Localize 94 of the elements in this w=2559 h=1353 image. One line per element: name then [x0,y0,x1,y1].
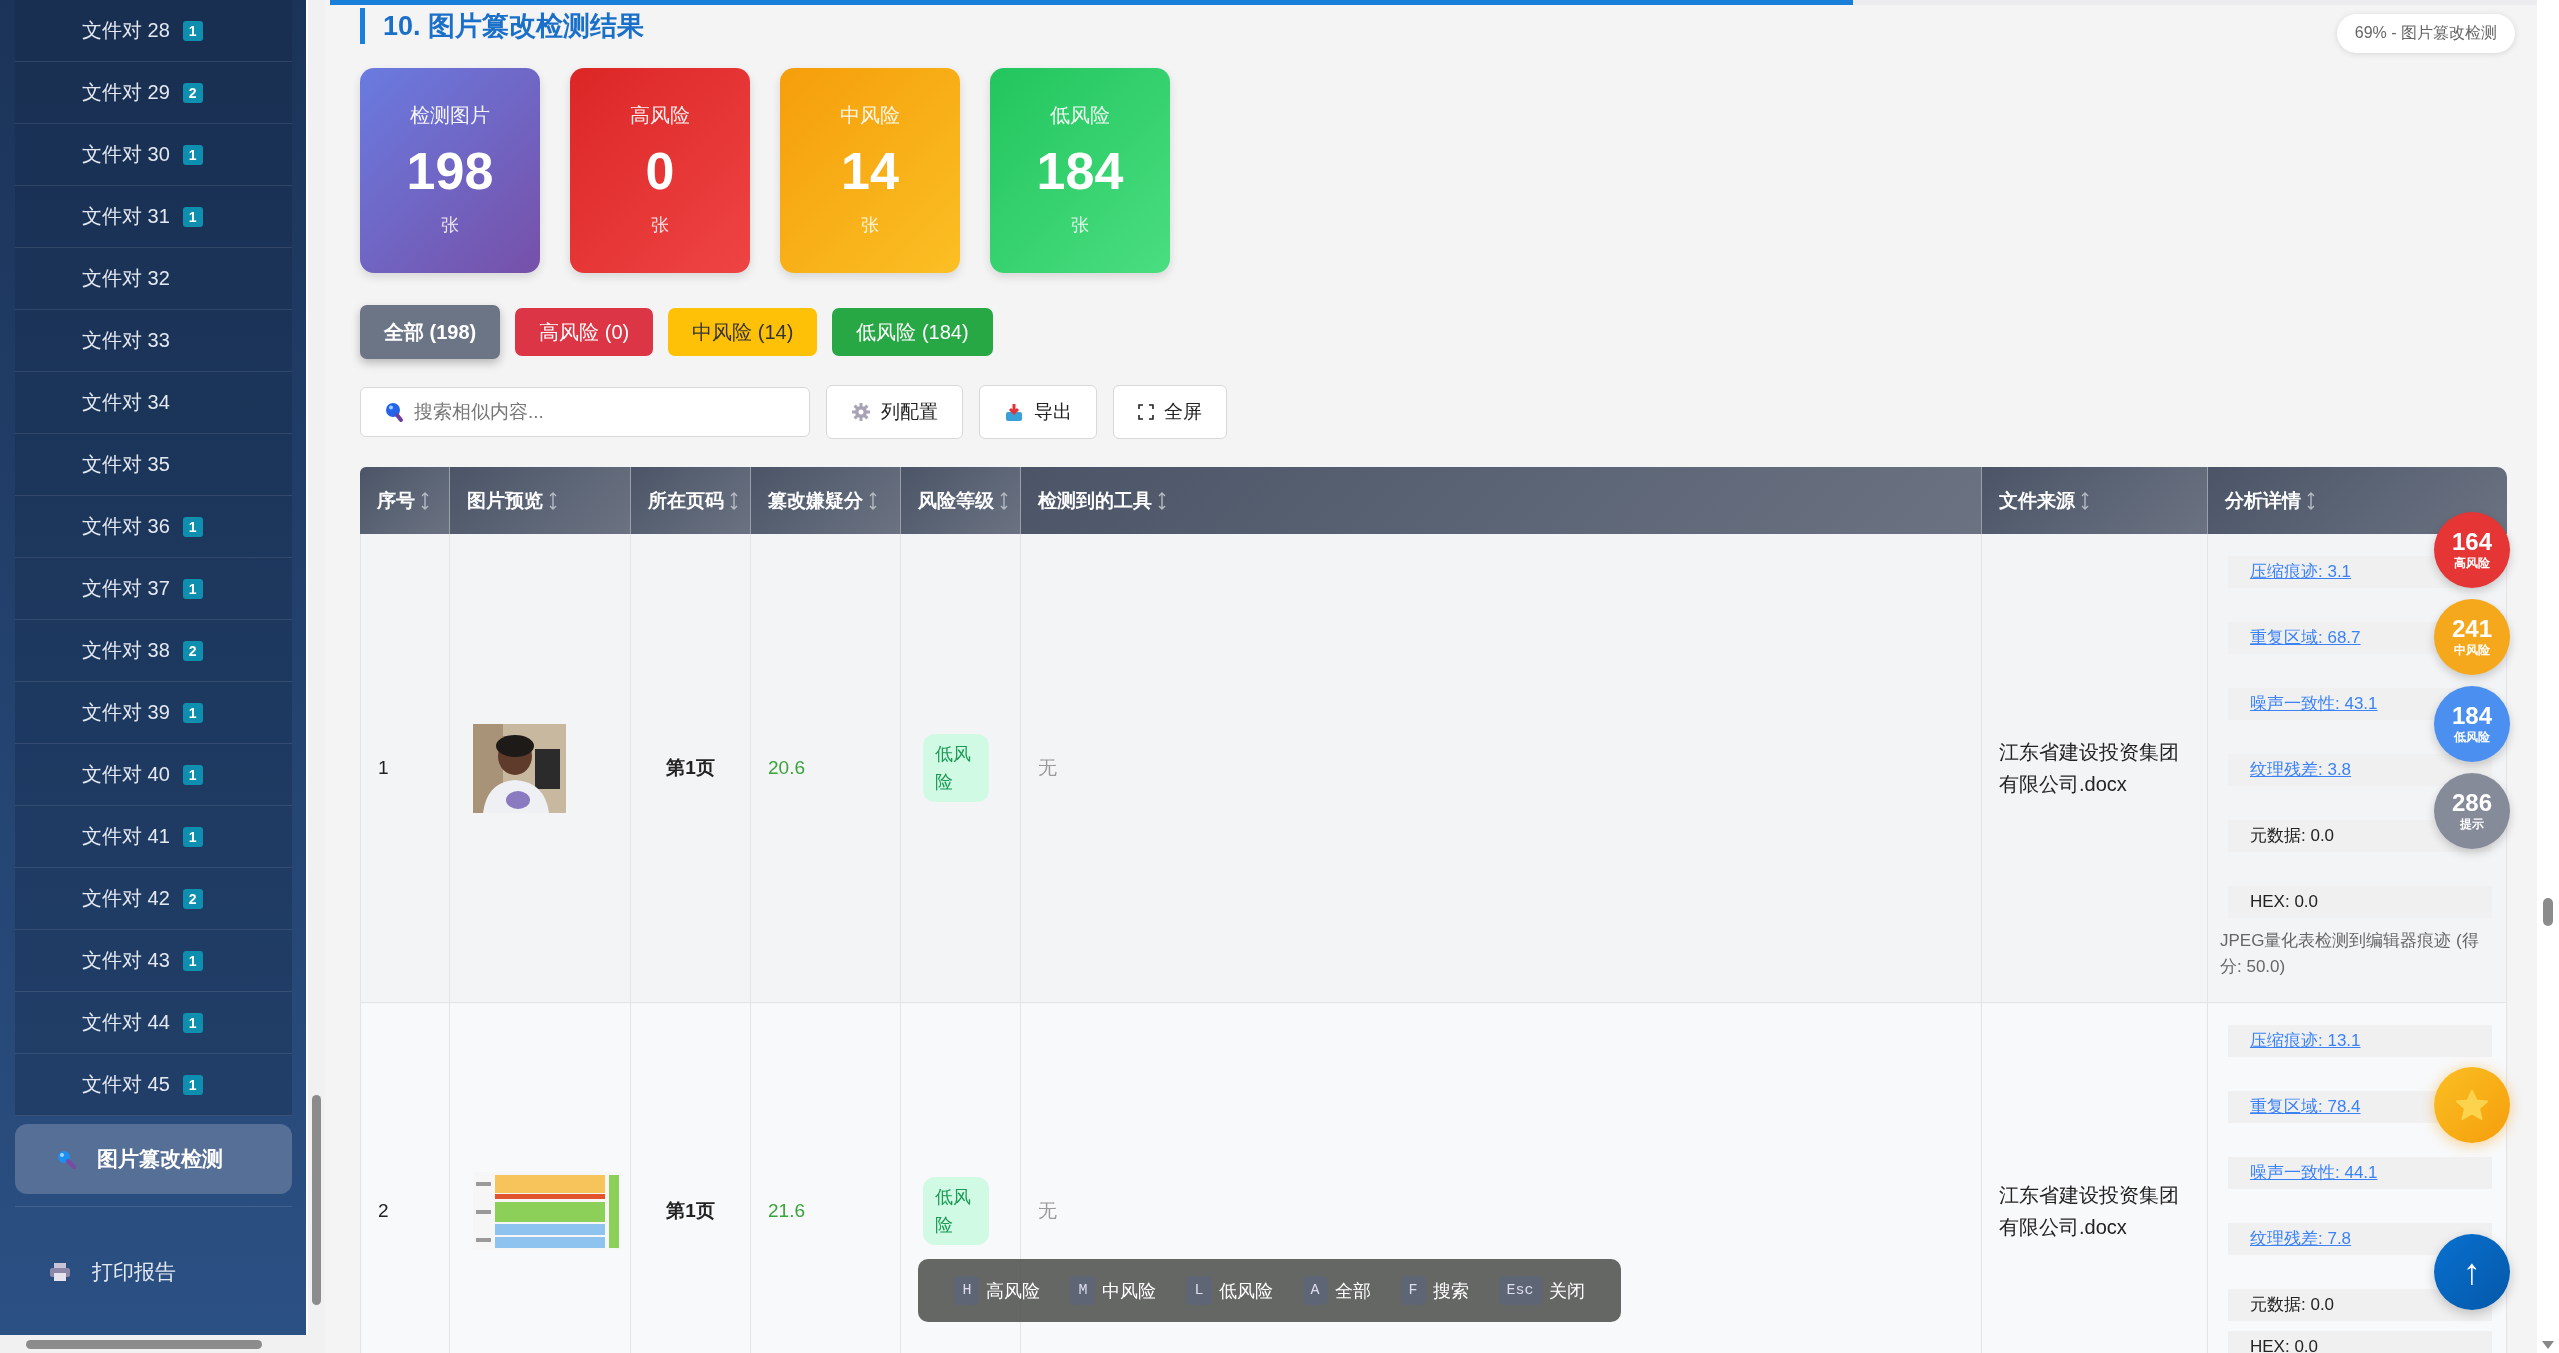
fullscreen-icon [1138,404,1154,420]
sidebar-item[interactable]: 文件对 34 [15,372,292,434]
sort-icon [1158,491,1166,510]
filter-button[interactable]: 全部 (198) [360,305,501,359]
shortcut-label: 高风险 [986,1279,1041,1303]
filter-button[interactable]: 中风险 (14) [668,308,818,356]
search-icon [384,401,404,423]
sidebar-item[interactable]: 文件对 40 1 [15,744,292,806]
shortcut-label: 关闭 [1548,1279,1585,1303]
stat-unit: 张 [861,214,879,237]
sidebar-item[interactable]: 文件对 41 1 [15,806,292,868]
detail-note: JPEG量化表检测到编辑器痕迹 (得分: 50.0) [2220,930,2480,978]
shortcut-label: 中风险 [1102,1279,1157,1303]
gear-icon [851,402,871,422]
sidebar-item[interactable]: 文件对 43 1 [15,930,292,992]
stat-value: 0 [645,141,675,201]
sort-icon [421,491,429,510]
sidebar-item[interactable]: 文件对 30 1 [15,124,292,186]
column-header[interactable]: 序号 [360,467,450,534]
download-icon [1004,402,1024,422]
sort-icon [549,491,557,510]
shortcut-label: 低风险 [1218,1279,1273,1303]
stat-value: 14 [841,141,899,201]
magnifier-icon [55,1148,77,1170]
detail-text: 元数据: 0.0 [2250,1295,2335,1314]
column-header[interactable]: 风险等级 [901,467,1021,534]
sidebar-item[interactable]: 文件对 33 [15,310,292,372]
column-header[interactable]: 所在页码 [631,467,751,534]
toolbar-button[interactable]: 全屏 [1113,385,1227,439]
detail-text: HEX: 0.0 [2250,1337,2319,1353]
sort-icon [730,491,738,510]
risk-tag: 低风险 [923,734,989,802]
key-cap: A [1302,1276,1328,1305]
nav-item[interactable]: 图片篡改检测 [15,1124,292,1194]
stat-label: 检测图片 [410,103,490,128]
sidebar-item[interactable]: 文件对 37 1 [15,558,292,620]
table-cell: 第1页 [631,1003,751,1353]
column-header[interactable]: 图片预览 [450,467,631,534]
table-cell: 1 [360,534,450,1003]
key-cap: M [1070,1276,1096,1305]
nav-item[interactable]: 打印报告 [15,1237,292,1307]
sidebar-item[interactable]: 文件对 36 1 [15,496,292,558]
column-header[interactable]: 检测到的工具 [1021,467,1982,534]
risk-tag: 低风险 [923,1177,989,1245]
sidebar-item[interactable]: 文件对 42 2 [15,868,292,930]
sort-icon [2081,491,2089,510]
sort-icon [1000,491,1008,510]
stat-unit: 张 [1071,214,1089,237]
star-icon [2456,1090,2488,1120]
table-cell: 无 [1021,534,1982,1003]
table-cell: 江东省建设投资集团有限公司.docx [1982,1003,2208,1353]
key-cap: F [1400,1276,1426,1305]
scrollbar[interactable] [2537,0,2559,1353]
shortcut-label: 搜索 [1432,1279,1469,1303]
search-field[interactable]: 搜索相似内容... [360,387,810,437]
column-header[interactable]: 文件来源 [1982,467,2208,534]
stat-unit: 张 [651,214,669,237]
sidebar-item[interactable]: 文件对 39 1 [15,682,292,744]
sidebar-item[interactable]: 文件对 45 1 [15,1054,292,1116]
detail-text: 元数据: 0.0 [2250,826,2335,845]
table-cell: 江东省建设投资集团有限公司.docx [1982,534,2208,1003]
detail-text: HEX: 0.0 [2250,892,2319,911]
sidebar-item[interactable]: 文件对 29 2 [15,62,292,124]
toolbar-button[interactable]: 列配置 [826,385,963,439]
sidebar-item[interactable]: 文件对 31 1 [15,186,292,248]
stat-label: 中风险 [840,103,900,128]
table-cell: 20.6 [751,534,901,1003]
column-header[interactable]: 分析详情 [2208,467,2507,534]
column-header[interactable]: 篡改嫌疑分 [751,467,901,534]
key-cap: Esc [1498,1276,1542,1305]
stat-value: 198 [406,141,494,201]
sidebar-item[interactable]: 文件对 32 [15,248,292,310]
sort-icon [2307,491,2315,510]
sidebar-item[interactable]: 文件对 35 [15,434,292,496]
table-cell: 21.6 [751,1003,901,1353]
sidebar-item[interactable]: 文件对 28 1 [15,0,292,62]
key-cap: H [954,1276,980,1305]
key-cap: L [1186,1276,1212,1305]
sidebar-item[interactable]: 文件对 44 1 [15,992,292,1054]
toolbar-button[interactable]: 导出 [979,385,1097,439]
sidebar-item[interactable]: 文件对 38 2 [15,620,292,682]
horizontal-scrollbar[interactable] [0,1335,325,1353]
stat-label: 高风险 [630,103,690,128]
scrollbar[interactable] [308,0,325,1335]
stat-label: 低风险 [1050,103,1110,128]
table-cell: 第1页 [631,534,751,1003]
shortcut-label: 全部 [1334,1279,1371,1303]
stat-value: 184 [1036,141,1124,201]
sort-icon [869,491,877,510]
progress-label: 69% - 图片篡改检测 [2336,14,2515,53]
stat-unit: 张 [441,214,459,237]
table-cell: 2 [360,1003,450,1353]
filter-button[interactable]: 高风险 (0) [515,308,654,356]
printer-icon [48,1261,72,1283]
